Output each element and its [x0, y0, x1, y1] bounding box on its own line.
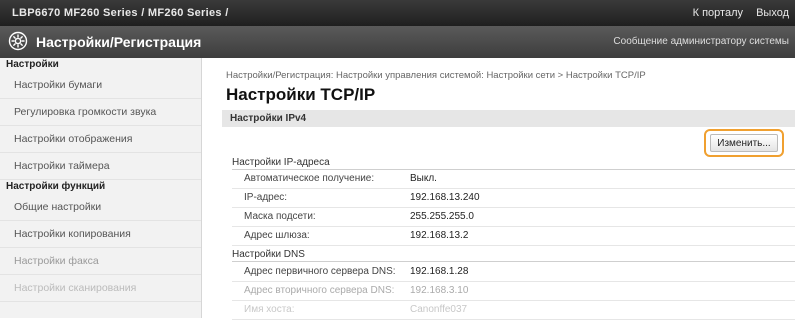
ip-settings-heading: Настройки IP-адреса [232, 157, 795, 170]
settings-gear-icon [8, 31, 28, 51]
row-value: 192.168.3.10 [410, 285, 469, 296]
dns-settings-heading: Настройки DNS [232, 249, 795, 262]
sidebar-item-fax[interactable]: Настройки факса [0, 248, 201, 275]
row-value: Canonffe037 [410, 304, 468, 315]
table-row: Имя хоста: Canonffe037 [232, 301, 795, 320]
row-label: IP-адрес: [244, 192, 288, 203]
app-title: Настройки/Регистрация [36, 34, 202, 50]
breadcrumb: Настройки/Регистрация: Настройки управле… [226, 70, 646, 81]
row-value: 192.168.1.28 [410, 266, 469, 277]
sidebar-section-settings: Настройки [6, 59, 59, 70]
row-value: 192.168.13.2 [410, 230, 469, 241]
table-row: IP-адрес: 192.168.13.240 [232, 189, 795, 208]
row-value: Выкл. [410, 173, 437, 184]
row-label: Автоматическое получение: [244, 173, 375, 184]
row-label: Адрес шлюза: [244, 230, 310, 241]
title-bar: Настройки/Регистрация Сообщение админист… [0, 26, 795, 58]
sidebar-item-paper[interactable]: Настройки бумаги [0, 72, 201, 99]
top-bar: LBP6670 MF260 Series / MF260 Series / К … [0, 0, 795, 26]
sidebar-item-timer[interactable]: Настройки таймера [0, 153, 201, 180]
sidebar-section-functions: Настройки функций [6, 181, 106, 192]
row-label: Адрес первичного сервера DNS: [244, 266, 396, 277]
device-name: LBP6670 MF260 Series / MF260 Series / [12, 7, 229, 19]
sidebar-item-volume[interactable]: Регулировка громкости звука [0, 99, 201, 126]
sidebar-item-display[interactable]: Настройки отображения [0, 126, 201, 153]
logout-link[interactable]: Выход [756, 7, 789, 19]
top-links: К порталу Выход [683, 7, 789, 19]
table-row: Автоматическое получение: Выкл. [232, 170, 795, 189]
row-label: Адрес вторичного сервера DNS: [244, 285, 395, 296]
edit-button-highlight: Изменить... [704, 129, 784, 157]
row-label: Маска подсети: [244, 211, 316, 222]
table-row: Адрес первичного сервера DNS: 192.168.1.… [232, 263, 795, 282]
sidebar: Настройки Настройки бумаги Регулировка г… [0, 58, 202, 318]
table-row: Маска подсети: 255.255.255.0 [232, 208, 795, 227]
edit-button[interactable]: Изменить... [710, 134, 778, 152]
section-ipv4: Настройки IPv4 [222, 110, 795, 127]
row-value: 192.168.13.240 [410, 192, 480, 203]
sidebar-item-scan[interactable]: Настройки сканирования [0, 275, 201, 302]
page-title: Настройки TCP/IP [226, 85, 376, 104]
table-row: Адрес вторичного сервера DNS: 192.168.3.… [232, 282, 795, 301]
row-value: 255.255.255.0 [410, 211, 474, 222]
section-ipv4-label: Настройки IPv4 [230, 113, 307, 124]
admin-message-link[interactable]: Сообщение администратору системы [613, 36, 789, 47]
table-row: Адрес шлюза: 192.168.13.2 [232, 227, 795, 246]
main-content: Настройки/Регистрация: Настройки управле… [216, 58, 795, 320]
sidebar-item-common[interactable]: Общие настройки [0, 194, 201, 221]
row-label: Имя хоста: [244, 304, 295, 315]
portal-link[interactable]: К порталу [693, 7, 743, 19]
sidebar-item-copy[interactable]: Настройки копирования [0, 221, 201, 248]
